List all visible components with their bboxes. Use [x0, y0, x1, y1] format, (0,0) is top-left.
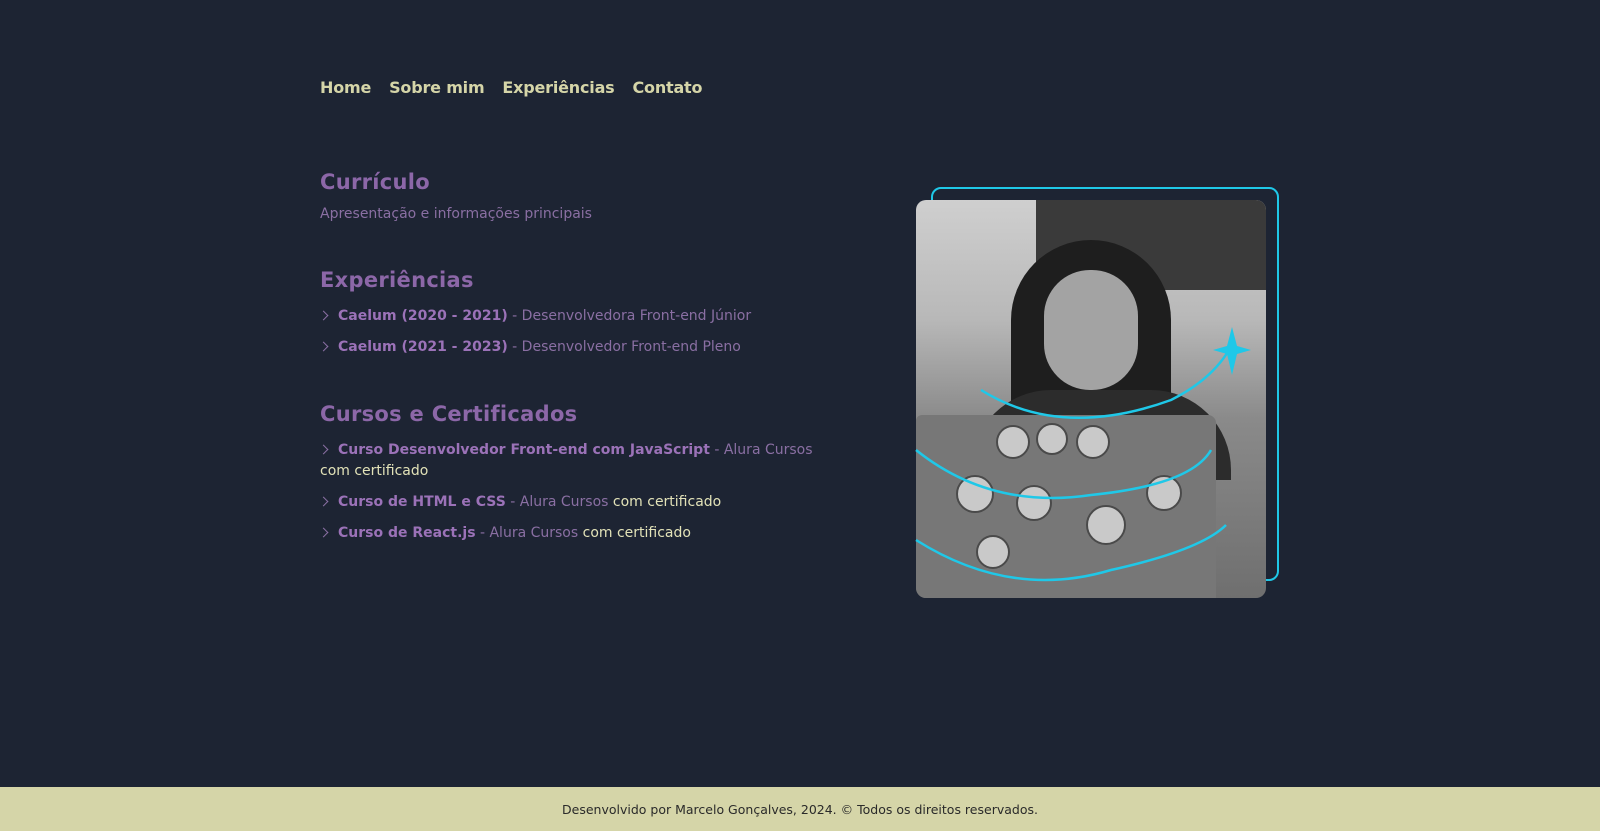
footer-text: Desenvolvido por Marcelo Gonçalves, 2024…	[562, 801, 1038, 817]
courses-list: Curso Desenvolvedor Front-end com JavaSc…	[318, 440, 840, 544]
course-provider: - Alura Cursos	[709, 442, 813, 458]
experiences-section: Experiências Caelum (2020 - 2021) - Dese…	[318, 268, 840, 358]
courses-title: Cursos e Certificados	[320, 402, 578, 426]
experience-role: - Desenvolvedor Front-end Pleno	[507, 339, 741, 355]
experience-item: Caelum (2021 - 2023) - Desenvolvedor Fro…	[318, 337, 840, 358]
laptop-sticker	[996, 425, 1030, 459]
nav-contato[interactable]: Contato	[632, 78, 702, 97]
laptop-sticker	[1146, 475, 1182, 511]
laptop-sticker	[976, 535, 1010, 569]
course-item: Curso de HTML e CSS - Alura Cursos com c…	[318, 492, 840, 513]
laptop-sticker	[1016, 485, 1052, 521]
courses-section: Cursos e Certificados Curso Desenvolvedo…	[318, 402, 840, 544]
experience-item: Caelum (2020 - 2021) - Desenvolvedora Fr…	[318, 306, 840, 327]
laptop-sticker	[1076, 425, 1110, 459]
laptop-sticker	[1036, 423, 1068, 455]
profile-photo	[916, 200, 1266, 598]
course-name: Curso de React.js	[338, 525, 476, 541]
certificate-link[interactable]: com certificado	[320, 463, 428, 479]
course-name: Curso de HTML e CSS	[338, 494, 506, 510]
laptop-sticker	[956, 475, 994, 513]
person-face	[1044, 270, 1138, 390]
laptop	[916, 415, 1216, 598]
nav-experiencias[interactable]: Experiências	[502, 78, 614, 97]
course-provider: - Alura Cursos	[505, 494, 613, 510]
laptop-sticker	[1086, 505, 1126, 545]
profile-photo-container	[915, 187, 1280, 599]
main-content: Currículo Apresentação e informações pri…	[318, 170, 840, 554]
course-item: Curso Desenvolvedor Front-end com JavaSc…	[318, 440, 840, 482]
certificate-link[interactable]: com certificado	[613, 494, 721, 510]
course-provider: - Alura Cursos	[475, 525, 583, 541]
course-name: Curso Desenvolvedor Front-end com JavaSc…	[338, 442, 710, 458]
chevron-right-icon	[318, 444, 329, 455]
site-footer: Desenvolvido por Marcelo Gonçalves, 2024…	[0, 787, 1600, 831]
experiences-title: Experiências	[320, 268, 474, 292]
main-nav: Home Sobre mim Experiências Contato	[320, 78, 702, 97]
course-item: Curso de React.js - Alura Cursos com cer…	[318, 523, 840, 544]
certificate-link[interactable]: com certificado	[583, 525, 691, 541]
experience-company: Caelum (2020 - 2021)	[338, 308, 508, 324]
chevron-right-icon	[318, 310, 329, 321]
chevron-right-icon	[318, 527, 329, 538]
experiences-list: Caelum (2020 - 2021) - Desenvolvedora Fr…	[318, 306, 840, 358]
nav-sobre-mim[interactable]: Sobre mim	[389, 78, 485, 97]
chevron-right-icon	[318, 496, 329, 507]
chevron-right-icon	[318, 341, 329, 352]
experience-company: Caelum (2021 - 2023)	[338, 339, 508, 355]
nav-home[interactable]: Home	[320, 78, 371, 97]
experience-role: - Desenvolvedora Front-end Júnior	[507, 308, 752, 324]
page-subtitle: Apresentação e informações principais	[320, 206, 592, 222]
page-title: Currículo	[320, 170, 430, 194]
